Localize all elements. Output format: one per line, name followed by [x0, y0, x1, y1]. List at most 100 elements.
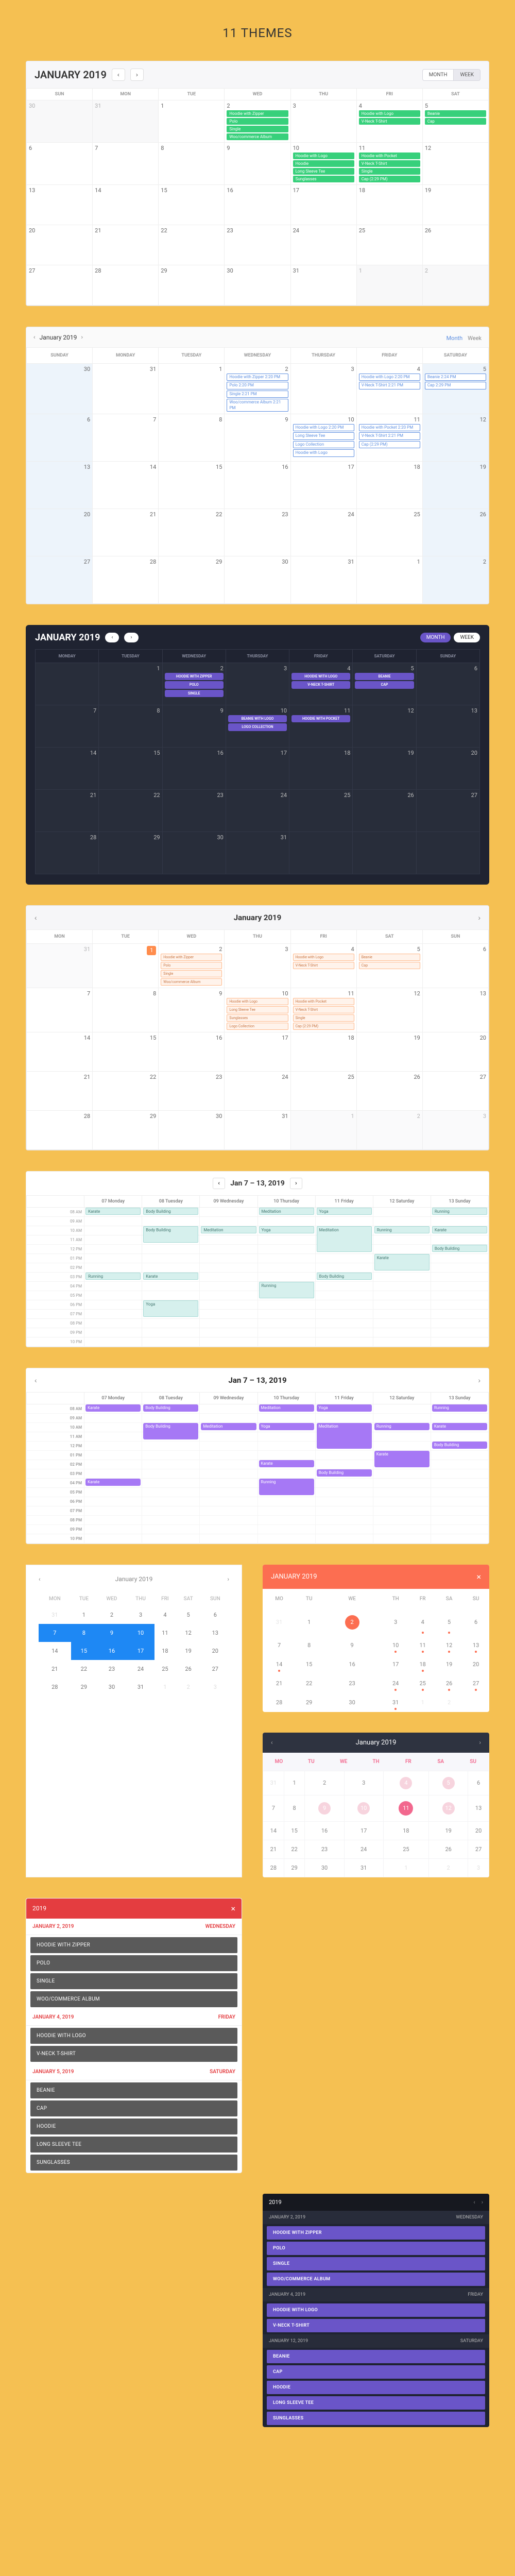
day-cell[interactable]: 6: [422, 943, 488, 988]
time-slot[interactable]: [84, 1487, 142, 1497]
day-cell[interactable]: 3: [226, 663, 289, 705]
event[interactable]: Hoodie with Logo: [227, 998, 288, 1005]
time-slot[interactable]: Body Building: [142, 1422, 200, 1432]
time-slot[interactable]: Karate: [84, 1207, 142, 1216]
day-cell[interactable]: 2: [429, 1858, 468, 1877]
time-slot[interactable]: [431, 1337, 488, 1346]
prev-button[interactable]: ‹: [271, 1739, 273, 1746]
day-cell[interactable]: 15: [159, 461, 225, 509]
day-cell[interactable]: 18: [356, 185, 422, 225]
day-cell[interactable]: 31: [382, 1693, 409, 1712]
time-slot[interactable]: [431, 1263, 488, 1272]
day-cell[interactable]: 11: [383, 1795, 428, 1821]
event[interactable]: Hoodie with Logo 2:20 PM: [359, 374, 420, 381]
day-cell[interactable]: 29: [284, 1858, 305, 1877]
day-cell[interactable]: 31: [93, 364, 159, 414]
time-slot[interactable]: [200, 1469, 258, 1478]
day-cell[interactable]: 25: [154, 1660, 175, 1678]
day-cell[interactable]: 10: [382, 1636, 409, 1655]
day-cell[interactable]: 14: [36, 747, 99, 789]
time-slot[interactable]: [431, 1506, 488, 1515]
event-block[interactable]: Meditation: [201, 1226, 256, 1233]
event-block[interactable]: Body Building: [143, 1208, 198, 1215]
time-slot[interactable]: Karate: [373, 1253, 431, 1263]
day-cell[interactable]: 8: [99, 705, 162, 747]
time-slot[interactable]: [431, 1460, 488, 1469]
event[interactable]: Hoodie with Logo: [293, 954, 354, 961]
time-slot[interactable]: [315, 1318, 373, 1328]
day-cell[interactable]: 14: [263, 1655, 296, 1674]
day-cell[interactable]: 21: [36, 789, 99, 832]
day-cell[interactable]: 24: [290, 225, 356, 265]
day-cell[interactable]: 25: [383, 1840, 428, 1858]
time-slot[interactable]: [315, 1216, 373, 1226]
time-slot[interactable]: [142, 1450, 200, 1460]
day-cell[interactable]: 2: [436, 1693, 462, 1712]
agenda-item[interactable]: HOODIE: [267, 2381, 485, 2394]
day-cell[interactable]: 18: [383, 1821, 428, 1840]
day-cell[interactable]: 23: [322, 1674, 382, 1693]
time-slot[interactable]: Body Building: [315, 1469, 373, 1478]
day-cell[interactable]: 4: [154, 1606, 175, 1624]
day-cell[interactable]: 12: [422, 414, 488, 461]
day-cell[interactable]: 1: [284, 1771, 305, 1795]
event[interactable]: V-NECK T-SHIRT: [291, 681, 350, 688]
time-slot[interactable]: [84, 1534, 142, 1543]
day-cell[interactable]: 9: [305, 1795, 344, 1821]
agenda-item[interactable]: WOO/COMMERCE ALBUM: [267, 2273, 485, 2286]
time-slot[interactable]: [200, 1300, 258, 1309]
time-slot[interactable]: [142, 1460, 200, 1469]
day-cell[interactable]: 17: [226, 747, 289, 789]
time-slot[interactable]: [84, 1441, 142, 1450]
event-block[interactable]: Meditation: [259, 1208, 314, 1215]
time-slot[interactable]: [315, 1309, 373, 1318]
day-cell[interactable]: 1: [99, 663, 162, 705]
day-cell[interactable]: 27: [462, 1674, 489, 1693]
time-slot[interactable]: [200, 1207, 258, 1216]
day-cell[interactable]: 2: [356, 1110, 422, 1149]
time-slot[interactable]: [84, 1506, 142, 1515]
day-cell[interactable]: 11: [154, 1624, 175, 1642]
time-slot[interactable]: [373, 1318, 431, 1328]
day-cell[interactable]: 7: [36, 705, 99, 747]
time-slot[interactable]: Karate: [84, 1478, 142, 1487]
day-cell[interactable]: 6: [201, 1606, 229, 1624]
day-cell[interactable]: 9: [225, 414, 290, 461]
day-cell[interactable]: 24: [382, 1674, 409, 1693]
time-slot[interactable]: [200, 1487, 258, 1497]
day-cell[interactable]: 15: [99, 747, 162, 789]
event[interactable]: Polo: [227, 118, 288, 125]
day-cell[interactable]: 15: [159, 185, 225, 225]
time-slot[interactable]: [84, 1244, 142, 1253]
day-cell[interactable]: 24: [344, 1840, 383, 1858]
event[interactable]: Cap: [359, 962, 420, 969]
time-slot[interactable]: [315, 1235, 373, 1244]
time-slot[interactable]: [431, 1524, 488, 1534]
time-slot[interactable]: [373, 1404, 431, 1413]
time-slot[interactable]: [258, 1235, 315, 1244]
time-slot[interactable]: [315, 1506, 373, 1515]
time-slot[interactable]: [142, 1337, 200, 1346]
time-slot[interactable]: [315, 1441, 373, 1450]
day-cell[interactable]: 19: [436, 1655, 462, 1674]
agenda-item[interactable]: CAP: [267, 2365, 485, 2379]
day-cell[interactable]: 5: [176, 1606, 201, 1624]
time-slot[interactable]: [200, 1534, 258, 1543]
time-slot[interactable]: [373, 1432, 431, 1441]
time-slot[interactable]: [142, 1515, 200, 1524]
time-slot[interactable]: Yoga: [258, 1422, 315, 1432]
day-cell[interactable]: 3: [344, 1771, 383, 1795]
event[interactable]: BEANIE: [355, 673, 414, 680]
event[interactable]: LOGO COLLECTION: [228, 723, 287, 731]
event[interactable]: Single 2:21 PM: [227, 391, 288, 398]
event-block[interactable]: Meditation: [259, 1404, 314, 1412]
day-cell[interactable]: 3: [225, 943, 290, 988]
day-cell[interactable]: 25: [409, 1674, 436, 1693]
time-slot[interactable]: [258, 1487, 315, 1497]
event[interactable]: Hoodie: [293, 160, 354, 167]
next-button[interactable]: ›: [478, 1376, 480, 1384]
day-cell[interactable]: 7: [263, 1636, 296, 1655]
time-slot[interactable]: [258, 1216, 315, 1226]
time-slot[interactable]: [84, 1235, 142, 1244]
next-button[interactable]: ›: [478, 913, 480, 922]
